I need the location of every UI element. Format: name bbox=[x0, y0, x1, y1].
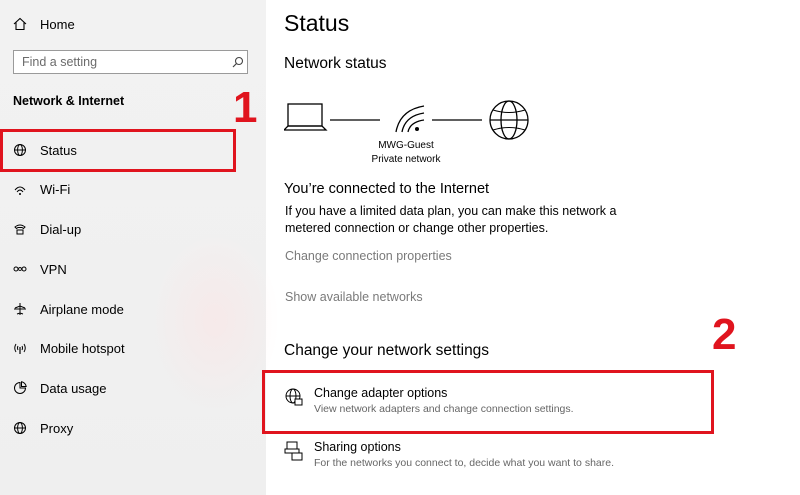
option-subtitle: For the networks you connect to, decide … bbox=[314, 457, 614, 469]
sidebar-item-proxy[interactable]: Proxy bbox=[0, 410, 266, 446]
highlight-box-status bbox=[0, 129, 236, 172]
sidebar-item-label: Mobile hotspot bbox=[40, 340, 125, 356]
search-box[interactable] bbox=[13, 50, 248, 74]
connected-description: If you have a limited data plan, you can… bbox=[285, 203, 645, 237]
sidebar-item-vpn[interactable]: VPN bbox=[0, 251, 266, 287]
airplane-icon bbox=[12, 301, 28, 317]
sidebar-item-label: VPN bbox=[40, 261, 67, 277]
internet-globe-icon bbox=[489, 100, 529, 140]
wifi-signal-icon bbox=[395, 105, 425, 133]
sidebar-item-label: Airplane mode bbox=[40, 301, 124, 317]
sidebar-item-label: Proxy bbox=[40, 420, 74, 436]
connected-heading: You’re connected to the Internet bbox=[284, 181, 490, 197]
network-status-heading: Network status bbox=[284, 55, 387, 72]
network-type: Private network bbox=[371, 154, 441, 165]
sharing-options-button[interactable]: Sharing options For the networks you con… bbox=[284, 440, 614, 469]
highlight-box-adapter-options bbox=[262, 370, 714, 434]
sidebar-item-label: Wi-Fi bbox=[40, 181, 71, 197]
phone-icon bbox=[12, 221, 28, 237]
hotspot-icon bbox=[12, 340, 28, 356]
sidebar-item-data-usage[interactable]: Data usage bbox=[0, 370, 266, 406]
sidebar-item-home[interactable]: Home bbox=[0, 6, 266, 42]
change-settings-heading: Change your network settings bbox=[284, 342, 490, 359]
connected-description-line: If you have a limited data plan, you can… bbox=[285, 204, 617, 218]
sharing-icon bbox=[284, 441, 304, 461]
home-icon bbox=[12, 16, 28, 32]
section-title: Network & Internet bbox=[13, 94, 125, 108]
laptop-icon bbox=[284, 103, 328, 131]
show-available-networks-link[interactable]: Show available networks bbox=[285, 290, 423, 304]
vpn-icon bbox=[12, 261, 28, 277]
network-name: MWG-Guest bbox=[378, 140, 434, 151]
search-input[interactable] bbox=[14, 52, 229, 72]
sidebar: Home Network & Internet Status Wi-Fi Dia… bbox=[0, 0, 280, 495]
step-number-1: 1 bbox=[233, 83, 258, 132]
sidebar-item-airplane-mode[interactable]: Airplane mode bbox=[0, 291, 266, 327]
sidebar-item-wifi[interactable]: Wi-Fi bbox=[0, 171, 266, 207]
sidebar-item-label: Home bbox=[40, 16, 75, 32]
sidebar-item-label: Dial-up bbox=[40, 221, 82, 237]
search-icon[interactable] bbox=[229, 56, 247, 68]
step-number-2: 2 bbox=[712, 310, 737, 359]
wifi-icon bbox=[12, 181, 28, 197]
data-usage-icon bbox=[12, 380, 28, 396]
sidebar-item-dialup[interactable]: Dial-up bbox=[0, 211, 266, 247]
change-connection-properties-link[interactable]: Change connection properties bbox=[285, 249, 452, 263]
globe-icon bbox=[12, 420, 28, 436]
sidebar-item-mobile-hotspot[interactable]: Mobile hotspot bbox=[0, 330, 266, 366]
connected-description-line: metered connection or change other prope… bbox=[285, 221, 549, 235]
option-title: Sharing options bbox=[314, 440, 401, 454]
sidebar-item-label: Data usage bbox=[40, 380, 107, 396]
page-title: Status bbox=[284, 10, 350, 36]
